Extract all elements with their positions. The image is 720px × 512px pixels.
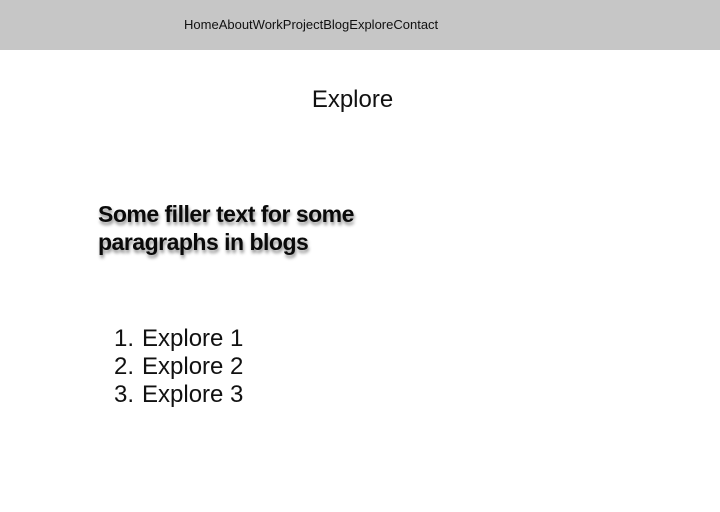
list-item: 3 Explore 3 xyxy=(98,381,243,409)
list-item-label: Explore 2 xyxy=(142,353,244,380)
explore-list: 1 Explore 1 2 Explore 2 3 Explore 3 xyxy=(98,325,243,409)
blog-heading: Some filler text for some paragraphs in … xyxy=(98,201,354,255)
top-navbar: Home About Work Project Blog Explore Con… xyxy=(0,0,720,50)
nav-link-contact[interactable]: Contact xyxy=(393,17,438,33)
list-item-number: 1 xyxy=(98,325,134,353)
page-title: Explore xyxy=(311,86,394,113)
nav-link-about[interactable]: About xyxy=(219,17,253,33)
nav-link-work[interactable]: Work xyxy=(253,17,283,33)
list-item-label: Explore 3 xyxy=(142,381,244,408)
list-item-number: 3 xyxy=(98,381,134,409)
list-item: 1 Explore 1 xyxy=(98,325,243,353)
list-item: 2 Explore 2 xyxy=(98,353,243,381)
nav-link-blog[interactable]: Blog xyxy=(323,17,349,33)
list-item-label: Explore 1 xyxy=(142,325,244,352)
list-item-number: 2 xyxy=(98,353,134,381)
nav-menu: Home About Work Project Blog Explore Con… xyxy=(184,17,438,33)
nav-link-home[interactable]: Home xyxy=(184,17,219,33)
nav-link-project[interactable]: Project xyxy=(283,17,323,33)
nav-link-explore[interactable]: Explore xyxy=(349,17,393,33)
